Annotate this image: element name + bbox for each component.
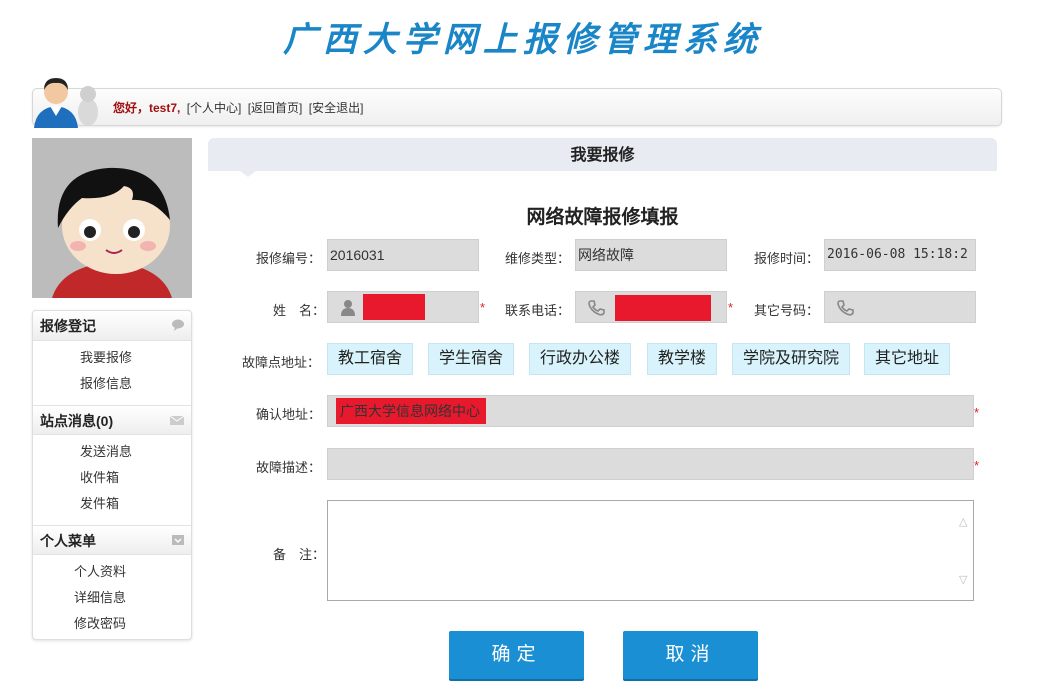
required-mark: * <box>728 300 734 315</box>
sidebar-item-change-password[interactable]: 修改密码 <box>33 611 191 637</box>
profile-photo <box>32 138 192 298</box>
description-field[interactable] <box>327 448 974 480</box>
sidebar-item-send-message[interactable]: 发送消息 <box>33 439 191 465</box>
phone-icon <box>837 300 854 316</box>
other-phone-field[interactable] <box>824 291 976 323</box>
logout-link[interactable]: [安全退出] <box>309 101 364 115</box>
scroll-up-icon[interactable]: △ <box>959 517 969 528</box>
user-bar: 您好，test7, [个人中心] [返回首页] [安全退出] <box>32 88 1002 126</box>
phone-label: 联系电话： <box>505 303 571 318</box>
location-option-other[interactable]: 其它地址 <box>864 343 951 375</box>
user-icon <box>341 300 355 316</box>
personal-center-link[interactable]: [个人中心] <box>187 101 242 115</box>
confirm-address-field[interactable]: 广西大学信息网络中心 <box>327 395 974 427</box>
required-mark: * <box>974 458 980 473</box>
remark-textarea[interactable]: △ ▽ <box>327 500 974 601</box>
repair-type-field: 网络故障 <box>575 239 727 271</box>
scroll-down-icon[interactable]: ▽ <box>959 575 969 586</box>
cartoon-avatar-image <box>32 138 192 298</box>
back-home-link[interactable]: [返回首页] <box>248 101 303 115</box>
user-greeting: 您好，test7, <box>113 101 181 115</box>
location-label: 故障点地址： <box>242 355 321 370</box>
location-option-teaching-building[interactable]: 教学楼 <box>647 343 718 375</box>
repair-time-label: 报修时间： <box>754 251 820 266</box>
user-greeting-line: 您好，test7, [个人中心] [返回首页] [安全退出] <box>113 99 363 116</box>
user-avatar-icon <box>34 78 98 128</box>
redacted-name <box>363 294 425 320</box>
inbox-icon <box>172 535 184 545</box>
confirm-button[interactable]: 确定 <box>449 631 584 679</box>
repair-type-label: 维修类型： <box>505 251 571 266</box>
name-label: 姓 名： <box>273 303 326 318</box>
location-option-student-dorm[interactable]: 学生宿舍 <box>428 343 515 375</box>
sidebar-item-inbox[interactable]: 收件箱 <box>33 465 191 491</box>
sidebar-menu: 报修登记 我要报修 报修信息 站点消息(0) 发送消息 收件箱 发件箱 个人菜单… <box>32 310 192 640</box>
sidebar-item-details[interactable]: 详细信息 <box>33 585 191 611</box>
sidebar-section-messages: 站点消息(0) <box>33 405 191 435</box>
location-option-admin-building[interactable]: 行政办公楼 <box>529 343 632 375</box>
repair-no-label: 报修编号： <box>256 251 322 266</box>
repair-time-field: 2016-06-08 15:18:2 <box>824 239 976 271</box>
sidebar-section-title: 个人菜单 <box>40 533 96 549</box>
location-option-staff-dorm[interactable]: 教工宿舍 <box>327 343 414 375</box>
panel-title: 我要报修 <box>208 138 997 171</box>
cancel-button[interactable]: 取消 <box>623 631 758 679</box>
phone-icon <box>588 300 605 316</box>
redacted-phone <box>615 295 711 321</box>
sidebar-item-profile[interactable]: 个人资料 <box>33 559 191 585</box>
sidebar-section-title: 报修登记 <box>40 318 96 334</box>
form-title: 网络故障报修填报 <box>526 207 679 228</box>
site-title: 广西大学网上报修管理系统 <box>283 20 763 60</box>
sidebar-section-repair: 报修登记 <box>33 311 191 341</box>
comment-icon <box>172 319 184 331</box>
sidebar-item-request-repair[interactable]: 我要报修 <box>33 345 191 371</box>
repair-no-field: 2016031 <box>327 239 479 271</box>
required-mark: * <box>974 405 980 420</box>
required-mark: * <box>480 300 486 315</box>
panel-notch <box>240 171 256 177</box>
location-option-college-institute[interactable]: 学院及研究院 <box>732 343 851 375</box>
sidebar-item-outbox[interactable]: 发件箱 <box>33 491 191 517</box>
sidebar-section-personal: 个人菜单 <box>33 525 191 555</box>
confirm-address-label: 确认地址： <box>256 407 322 422</box>
sidebar-section-title: 站点消息(0) <box>40 413 114 429</box>
other-phone-label: 其它号码： <box>754 303 820 318</box>
remark-label: 备 注： <box>273 547 326 562</box>
description-label: 故障描述： <box>256 460 322 475</box>
sidebar-item-repair-info[interactable]: 报修信息 <box>33 371 191 397</box>
confirm-address-value: 广西大学信息网络中心 <box>336 398 486 424</box>
mail-icon <box>169 415 185 425</box>
